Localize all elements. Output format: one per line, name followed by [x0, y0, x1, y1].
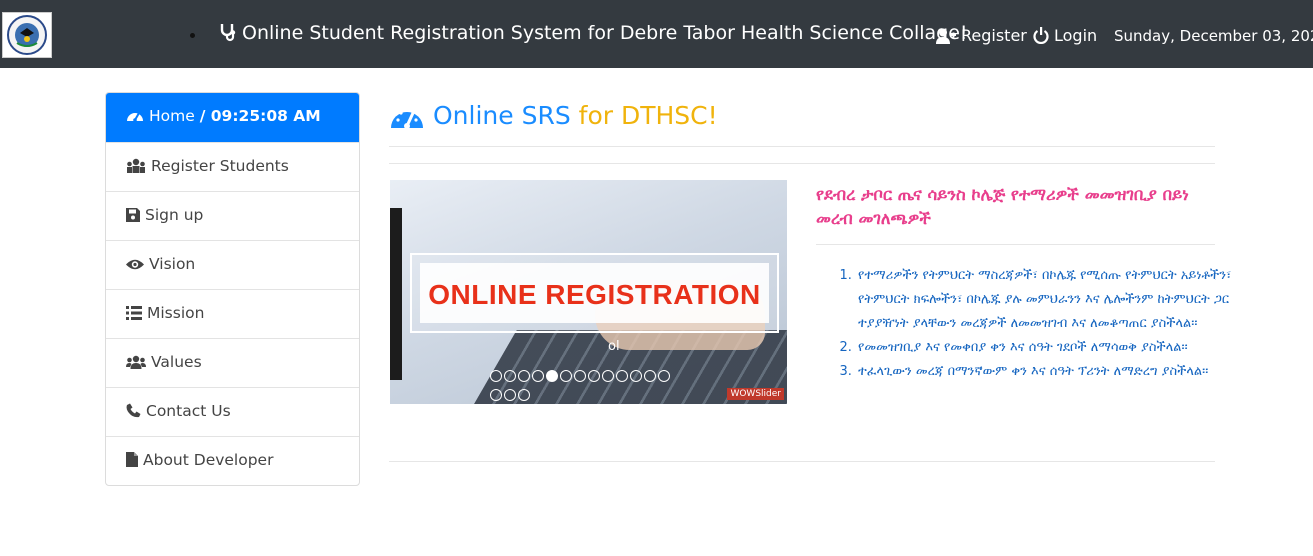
list-item: ተፈላጊውን መረጃ በማንኛውም ቀን እና ሰዓት ፕሪንት ለማድረግ ያ…	[856, 360, 1256, 384]
stethoscope-icon	[220, 24, 236, 42]
save-icon	[126, 208, 140, 222]
sidebar-item-label: Contact Us	[146, 402, 231, 420]
slider-bullet[interactable]	[504, 370, 516, 382]
list-icon	[126, 306, 142, 320]
file-icon	[126, 452, 138, 467]
sidebar-menu: Home / 09:25:08 AM Register Students Sig…	[105, 92, 360, 486]
top-navbar: Online Student Registration System for D…	[0, 0, 1313, 68]
divider	[389, 163, 1215, 164]
slider-bullet[interactable]	[630, 370, 642, 382]
sidebar-item-label: Register Students	[151, 157, 289, 175]
slider-bullet[interactable]	[658, 370, 670, 382]
slide-caption: ol	[608, 339, 620, 354]
divider	[389, 461, 1215, 462]
app-title-text: Online Student Registration System for D…	[242, 22, 968, 44]
title-word-srs: SRS	[521, 101, 571, 130]
sidebar-item-label: Vision	[149, 255, 196, 273]
current-date: Sunday, December 03, 2023	[1114, 27, 1313, 45]
image-slider[interactable]: ONLINE REGISTRATION ol WOWSlider	[390, 180, 787, 404]
slider-bullet[interactable]	[574, 370, 586, 382]
slider-watermark: WOWSlider	[727, 388, 784, 400]
eye-icon	[126, 259, 144, 270]
title-word-dthsc: for DTHSC!	[578, 101, 718, 130]
register-link[interactable]: Register	[936, 25, 1027, 47]
sidebar-item-label: About Developer	[143, 451, 274, 469]
register-label: Register	[961, 26, 1027, 45]
slider-bullet[interactable]	[504, 389, 516, 401]
slider-bullet[interactable]	[532, 370, 544, 382]
divider	[389, 146, 1215, 147]
slider-bullet[interactable]	[546, 370, 558, 382]
features-title: የደብረ ታቦር ጤና ሳይንስ ኮሌጅ የተማሪዎች መመዝገቢያ በይነ መ…	[816, 185, 1189, 228]
login-label: Login	[1054, 26, 1098, 45]
sidebar-item-vision[interactable]: Vision	[106, 240, 359, 289]
slider-bullet[interactable]	[490, 370, 502, 382]
slider-bullet[interactable]	[602, 370, 614, 382]
app-title[interactable]: Online Student Registration System for D…	[218, 20, 968, 46]
sidebar-item-sign-up[interactable]: Sign up	[106, 191, 359, 240]
sidebar-item-about-developer[interactable]: About Developer	[106, 436, 359, 485]
slider-bullets	[490, 369, 680, 404]
tachometer-icon	[127, 112, 143, 122]
phone-icon	[126, 403, 141, 418]
nav-bullet	[190, 33, 195, 38]
slider-bullet[interactable]	[518, 370, 530, 382]
list-item: የተማሪዎችን የትምህርት ማስረጃዎች፣ በኮሌጁ የሚሰጡ የትምህርት …	[856, 264, 1256, 336]
laptop-screen-edge	[390, 208, 402, 380]
clock-time: / 09:25:08 AM	[199, 107, 321, 125]
slider-bullet[interactable]	[518, 389, 530, 401]
sidebar-item-label: Values	[151, 353, 202, 371]
slider-bullet[interactable]	[644, 370, 656, 382]
features-list: የተማሪዎችን የትምህርት ማስረጃዎች፣ በኮሌጁ የሚሰጡ የትምህርት …	[816, 264, 1256, 384]
slide-banner: ONLINE REGISTRATION	[410, 253, 779, 333]
banner-text: ONLINE REGISTRATION	[420, 263, 769, 323]
sidebar-item-mission[interactable]: Mission	[106, 289, 359, 338]
users-icon	[127, 158, 145, 173]
slider-bullet[interactable]	[588, 370, 600, 382]
divider	[816, 244, 1215, 245]
list-item: የመመዝገቢያ እና የመቀበያ ቀን እና ሰዓት ገደቦች ለማሳወቅ ያስ…	[856, 336, 1256, 360]
sidebar-item-label: Mission	[147, 304, 205, 322]
tachometer-icon	[391, 111, 423, 129]
slider-bullet[interactable]	[490, 389, 502, 401]
power-icon	[1033, 27, 1049, 45]
sidebar-item-home[interactable]: Home / 09:25:08 AM	[106, 93, 359, 142]
page-title: Online SRS for DTHSC!	[389, 98, 718, 134]
user-plus-icon	[936, 28, 956, 44]
title-word-online: Online	[433, 101, 514, 130]
login-link[interactable]: Login	[1033, 25, 1097, 47]
sidebar-item-label: Sign up	[145, 206, 204, 224]
slider-bullet[interactable]	[560, 370, 572, 382]
slider-bullet[interactable]	[616, 370, 628, 382]
sidebar-item-register-students[interactable]: Register Students	[106, 142, 359, 191]
college-logo[interactable]	[2, 12, 52, 58]
sidebar-item-contact-us[interactable]: Contact Us	[106, 387, 359, 436]
sidebar-item-values[interactable]: Values	[106, 338, 359, 387]
group-icon	[126, 355, 146, 369]
sidebar-item-label: Home	[149, 107, 195, 125]
